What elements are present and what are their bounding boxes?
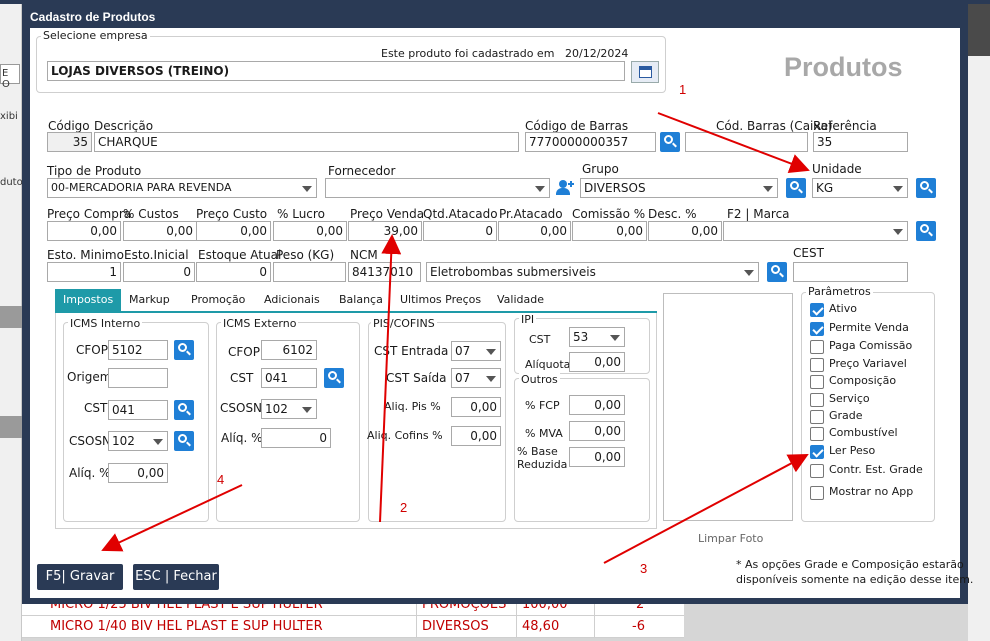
annotation-arrow [379,234,402,523]
annotation-number: 1 [679,82,687,97]
annotation-arrow [657,112,810,173]
annotation-arrow [101,484,243,552]
annotation-layer [101,112,810,564]
annotation-number: 3 [640,561,648,576]
annotation-number: 2 [400,500,408,515]
annotation-arrow [603,454,809,564]
annotation-number: 4 [217,472,225,487]
